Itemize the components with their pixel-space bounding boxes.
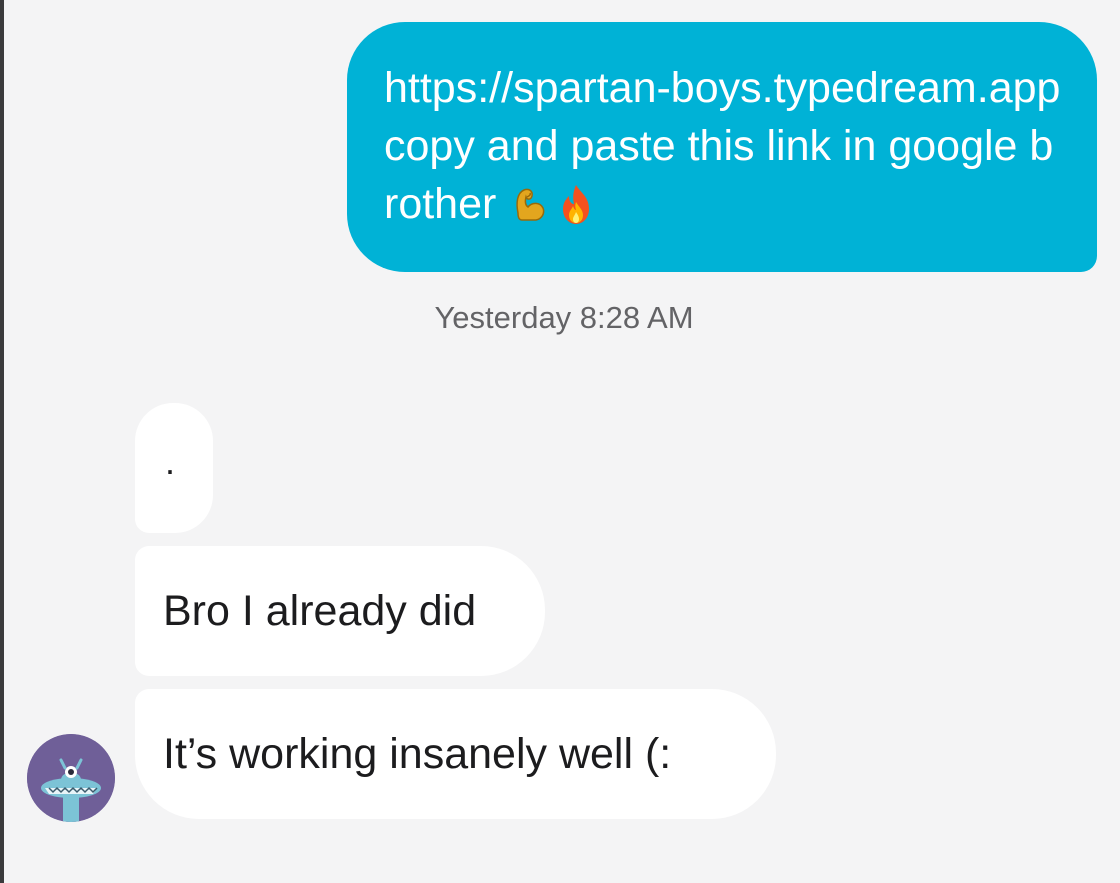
incoming-message-bubble[interactable]: .: [135, 403, 213, 533]
incoming-message-text: It’s working insanely well (:: [163, 730, 672, 778]
incoming-message-text: Bro I already did: [163, 587, 477, 635]
flexed-biceps-icon: [508, 182, 548, 224]
outgoing-message-text: https://spartan-boys.typedream.app copy …: [384, 64, 1061, 228]
outgoing-message-bubble[interactable]: https://spartan-boys.typedream.app copy …: [347, 22, 1097, 272]
contact-avatar[interactable]: [27, 734, 115, 822]
monster-avatar-icon: [27, 734, 115, 822]
incoming-message-bubble[interactable]: Bro I already did: [135, 546, 545, 676]
chat-thread[interactable]: https://spartan-boys.typedream.app copy …: [4, 0, 1120, 883]
incoming-message-text: .: [164, 441, 175, 482]
message-timestamp: Yesterday 8:28 AM: [434, 300, 694, 335]
fire-icon: [556, 182, 596, 224]
incoming-message-bubble[interactable]: It’s working insanely well (:: [135, 689, 776, 819]
